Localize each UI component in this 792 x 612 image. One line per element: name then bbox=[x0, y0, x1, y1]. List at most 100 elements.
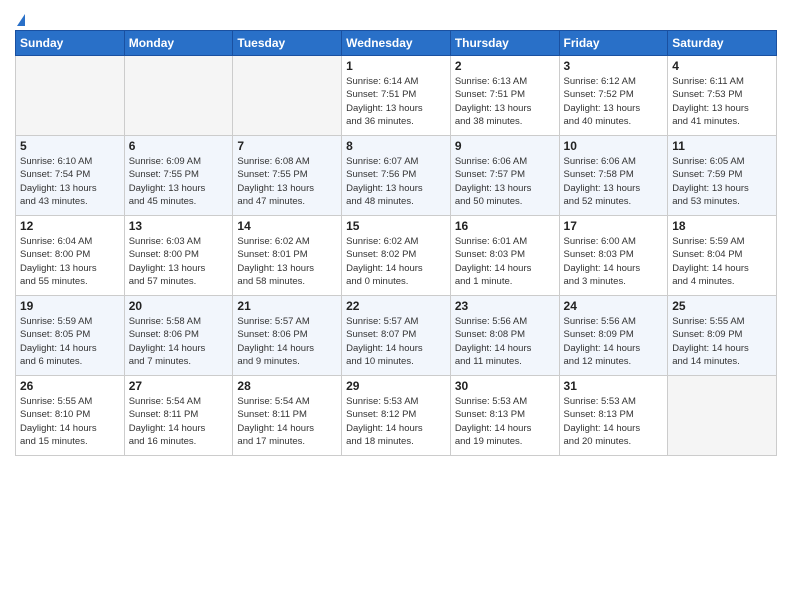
day-info: Sunrise: 6:03 AMSunset: 8:00 PMDaylight:… bbox=[129, 235, 229, 288]
day-info: Sunrise: 5:59 AMSunset: 8:05 PMDaylight:… bbox=[20, 315, 120, 368]
day-number: 2 bbox=[455, 59, 555, 73]
day-info: Sunrise: 5:54 AMSunset: 8:11 PMDaylight:… bbox=[129, 395, 229, 448]
week-row-3: 12Sunrise: 6:04 AMSunset: 8:00 PMDayligh… bbox=[16, 216, 777, 296]
day-number: 13 bbox=[129, 219, 229, 233]
day-header-tuesday: Tuesday bbox=[233, 31, 342, 56]
day-number: 27 bbox=[129, 379, 229, 393]
day-number: 20 bbox=[129, 299, 229, 313]
calendar-cell: 5 Sunrise: 6:10 AMSunset: 7:54 PMDaylight… bbox=[16, 136, 125, 216]
day-info: Sunrise: 5:53 AMSunset: 8:12 PMDaylight:… bbox=[346, 395, 446, 448]
day-info: Sunrise: 5:58 AMSunset: 8:06 PMDaylight:… bbox=[129, 315, 229, 368]
day-info: Sunrise: 5:55 AMSunset: 8:09 PMDaylight:… bbox=[672, 315, 772, 368]
day-header-thursday: Thursday bbox=[450, 31, 559, 56]
calendar-cell: 3 Sunrise: 6:12 AMSunset: 7:52 PMDaylight… bbox=[559, 56, 668, 136]
day-info: Sunrise: 5:53 AMSunset: 8:13 PMDaylight:… bbox=[455, 395, 555, 448]
day-number: 31 bbox=[564, 379, 664, 393]
day-info: Sunrise: 5:56 AMSunset: 8:09 PMDaylight:… bbox=[564, 315, 664, 368]
day-number: 9 bbox=[455, 139, 555, 153]
week-row-4: 19 Sunrise: 5:59 AMSunset: 8:05 PMDayligh… bbox=[16, 296, 777, 376]
day-number: 10 bbox=[564, 139, 664, 153]
calendar-cell bbox=[124, 56, 233, 136]
day-info: Sunrise: 6:01 AMSunset: 8:03 PMDaylight:… bbox=[455, 235, 555, 288]
day-number: 6 bbox=[129, 139, 229, 153]
calendar-cell: 17 Sunrise: 6:00 AMSunset: 8:03 PMDayligh… bbox=[559, 216, 668, 296]
day-number: 18 bbox=[672, 219, 772, 233]
day-info: Sunrise: 6:13 AMSunset: 7:51 PMDaylight:… bbox=[455, 75, 555, 128]
day-number: 15 bbox=[346, 219, 446, 233]
calendar-cell bbox=[16, 56, 125, 136]
calendar-cell: 22 Sunrise: 5:57 AMSunset: 8:07 PMDayligh… bbox=[342, 296, 451, 376]
day-number: 17 bbox=[564, 219, 664, 233]
calendar-cell: 2 Sunrise: 6:13 AMSunset: 7:51 PMDaylight… bbox=[450, 56, 559, 136]
day-header-monday: Monday bbox=[124, 31, 233, 56]
day-number: 11 bbox=[672, 139, 772, 153]
calendar-cell: 23Sunrise: 5:56 AMSunset: 8:08 PMDayligh… bbox=[450, 296, 559, 376]
day-info: Sunrise: 6:09 AMSunset: 7:55 PMDaylight:… bbox=[129, 155, 229, 208]
day-info: Sunrise: 6:05 AMSunset: 7:59 PMDaylight:… bbox=[672, 155, 772, 208]
week-row-5: 26 Sunrise: 5:55 AMSunset: 8:10 PMDayligh… bbox=[16, 376, 777, 456]
day-number: 8 bbox=[346, 139, 446, 153]
calendar-cell bbox=[668, 376, 777, 456]
calendar-cell: 27 Sunrise: 5:54 AMSunset: 8:11 PMDayligh… bbox=[124, 376, 233, 456]
day-info: Sunrise: 6:02 AMSunset: 8:01 PMDaylight:… bbox=[237, 235, 337, 288]
logo-triangle-icon bbox=[17, 14, 25, 26]
day-info: Sunrise: 6:06 AMSunset: 7:58 PMDaylight:… bbox=[564, 155, 664, 208]
calendar-cell: 4Sunrise: 6:11 AMSunset: 7:53 PMDaylight… bbox=[668, 56, 777, 136]
day-header-sunday: Sunday bbox=[16, 31, 125, 56]
day-number: 30 bbox=[455, 379, 555, 393]
day-number: 3 bbox=[564, 59, 664, 73]
day-number: 29 bbox=[346, 379, 446, 393]
calendar-cell: 1 Sunrise: 6:14 AMSunset: 7:51 PMDaylight… bbox=[342, 56, 451, 136]
calendar-cell: 7 Sunrise: 6:08 AMSunset: 7:55 PMDaylight… bbox=[233, 136, 342, 216]
calendar-cell: 13 Sunrise: 6:03 AMSunset: 8:00 PMDayligh… bbox=[124, 216, 233, 296]
calendar-table: SundayMondayTuesdayWednesdayThursdayFrid… bbox=[15, 30, 777, 456]
day-header-wednesday: Wednesday bbox=[342, 31, 451, 56]
calendar-cell: 31 Sunrise: 5:53 AMSunset: 8:13 PMDayligh… bbox=[559, 376, 668, 456]
day-number: 5 bbox=[20, 139, 120, 153]
day-info: Sunrise: 5:57 AMSunset: 8:06 PMDaylight:… bbox=[237, 315, 337, 368]
day-info: Sunrise: 6:12 AMSunset: 7:52 PMDaylight:… bbox=[564, 75, 664, 128]
day-number: 28 bbox=[237, 379, 337, 393]
day-info: Sunrise: 6:10 AMSunset: 7:54 PMDaylight:… bbox=[20, 155, 120, 208]
day-info: Sunrise: 6:04 AMSunset: 8:00 PMDaylight:… bbox=[20, 235, 120, 288]
day-info: Sunrise: 6:08 AMSunset: 7:55 PMDaylight:… bbox=[237, 155, 337, 208]
day-number: 21 bbox=[237, 299, 337, 313]
calendar-cell: 25Sunrise: 5:55 AMSunset: 8:09 PMDayligh… bbox=[668, 296, 777, 376]
day-info: Sunrise: 5:55 AMSunset: 8:10 PMDaylight:… bbox=[20, 395, 120, 448]
day-number: 19 bbox=[20, 299, 120, 313]
calendar-cell: 20 Sunrise: 5:58 AMSunset: 8:06 PMDayligh… bbox=[124, 296, 233, 376]
calendar-cell bbox=[233, 56, 342, 136]
calendar-cell: 9 Sunrise: 6:06 AMSunset: 7:57 PMDaylight… bbox=[450, 136, 559, 216]
day-number: 1 bbox=[346, 59, 446, 73]
day-info: Sunrise: 6:00 AMSunset: 8:03 PMDaylight:… bbox=[564, 235, 664, 288]
day-info: Sunrise: 6:14 AMSunset: 7:51 PMDaylight:… bbox=[346, 75, 446, 128]
calendar-cell: 26 Sunrise: 5:55 AMSunset: 8:10 PMDayligh… bbox=[16, 376, 125, 456]
header-row: SundayMondayTuesdayWednesdayThursdayFrid… bbox=[16, 31, 777, 56]
calendar-cell: 12Sunrise: 6:04 AMSunset: 8:00 PMDayligh… bbox=[16, 216, 125, 296]
calendar-cell: 11 Sunrise: 6:05 AMSunset: 7:59 PMDayligh… bbox=[668, 136, 777, 216]
day-info: Sunrise: 6:06 AMSunset: 7:57 PMDaylight:… bbox=[455, 155, 555, 208]
day-header-friday: Friday bbox=[559, 31, 668, 56]
calendar-cell: 29 Sunrise: 5:53 AMSunset: 8:12 PMDayligh… bbox=[342, 376, 451, 456]
day-info: Sunrise: 5:53 AMSunset: 8:13 PMDaylight:… bbox=[564, 395, 664, 448]
week-row-1: 1 Sunrise: 6:14 AMSunset: 7:51 PMDaylight… bbox=[16, 56, 777, 136]
day-info: Sunrise: 5:57 AMSunset: 8:07 PMDaylight:… bbox=[346, 315, 446, 368]
calendar-cell: 19 Sunrise: 5:59 AMSunset: 8:05 PMDayligh… bbox=[16, 296, 125, 376]
day-info: Sunrise: 5:54 AMSunset: 8:11 PMDaylight:… bbox=[237, 395, 337, 448]
calendar-cell: 14 Sunrise: 6:02 AMSunset: 8:01 PMDayligh… bbox=[233, 216, 342, 296]
day-info: Sunrise: 5:56 AMSunset: 8:08 PMDaylight:… bbox=[455, 315, 555, 368]
day-number: 16 bbox=[455, 219, 555, 233]
calendar-cell: 28 Sunrise: 5:54 AMSunset: 8:11 PMDayligh… bbox=[233, 376, 342, 456]
logo bbox=[15, 10, 25, 26]
calendar-cell: 18Sunrise: 5:59 AMSunset: 8:04 PMDayligh… bbox=[668, 216, 777, 296]
day-number: 14 bbox=[237, 219, 337, 233]
day-number: 22 bbox=[346, 299, 446, 313]
week-row-2: 5 Sunrise: 6:10 AMSunset: 7:54 PMDaylight… bbox=[16, 136, 777, 216]
calendar-cell: 21 Sunrise: 5:57 AMSunset: 8:06 PMDayligh… bbox=[233, 296, 342, 376]
day-number: 26 bbox=[20, 379, 120, 393]
day-info: Sunrise: 6:02 AMSunset: 8:02 PMDaylight:… bbox=[346, 235, 446, 288]
day-number: 7 bbox=[237, 139, 337, 153]
header bbox=[15, 10, 777, 26]
day-number: 4 bbox=[672, 59, 772, 73]
day-number: 24 bbox=[564, 299, 664, 313]
